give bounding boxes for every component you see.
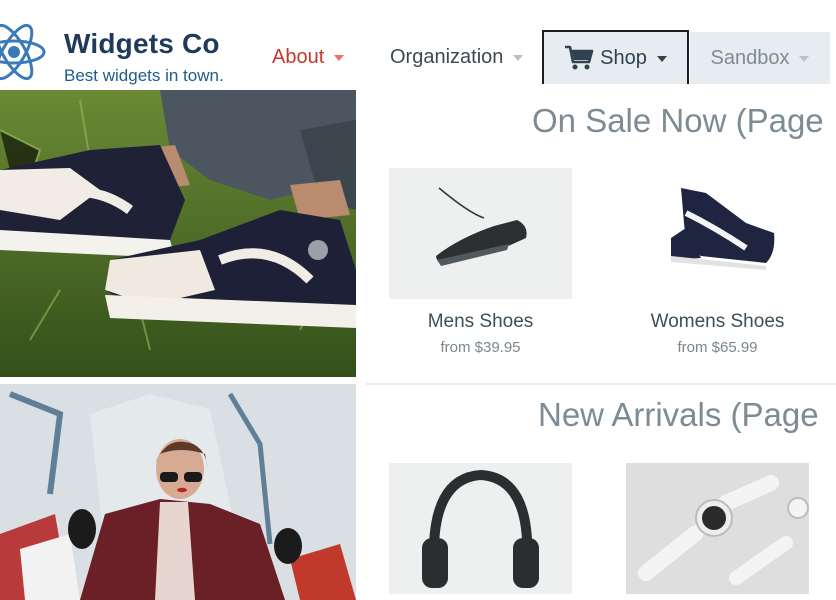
nav-sandbox[interactable]: Sandbox [690,32,830,84]
atom-logo-icon[interactable] [0,16,56,86]
site-header: Widgets Co Best widgets in town. About O… [0,0,836,90]
nav-organization-label: Organization [390,45,504,68]
brand-name[interactable]: Widgets Co [64,28,220,60]
caret-down-icon [513,55,524,61]
caret-down-icon [656,56,667,62]
nav-organization[interactable]: Organization [390,30,524,84]
caret-down-icon [799,56,810,62]
nav-about-label: About [272,45,325,68]
mens-shoes-name[interactable]: Mens Shoes [389,311,572,333]
new-arrivals-heading: New Arrivals (Page [538,396,819,433]
caret-down-icon [334,55,345,61]
sneakers-hero-image[interactable] [0,90,356,377]
womens-shoes-image[interactable] [626,168,809,299]
mens-shoes-price: from $39.95 [440,339,521,356]
nav-about[interactable]: About [272,30,345,84]
smartwatch-image[interactable] [626,463,809,594]
mens-shoes-image[interactable] [389,168,572,299]
brand-tagline: Best widgets in town. [64,66,224,85]
section-divider [366,383,836,385]
nav-shop[interactable]: Shop [542,30,689,84]
womens-shoes-name[interactable]: Womens Shoes [626,311,809,333]
nav-shop-label: Shop [600,46,647,69]
womens-shoes-price: from $65.99 [677,339,758,356]
shopping-woman-image[interactable] [0,384,356,600]
shopping-cart-icon [565,45,594,70]
on-sale-heading: On Sale Now (Page [532,102,824,139]
nav-sandbox-label: Sandbox [710,46,790,69]
headphones-image[interactable] [389,463,572,594]
